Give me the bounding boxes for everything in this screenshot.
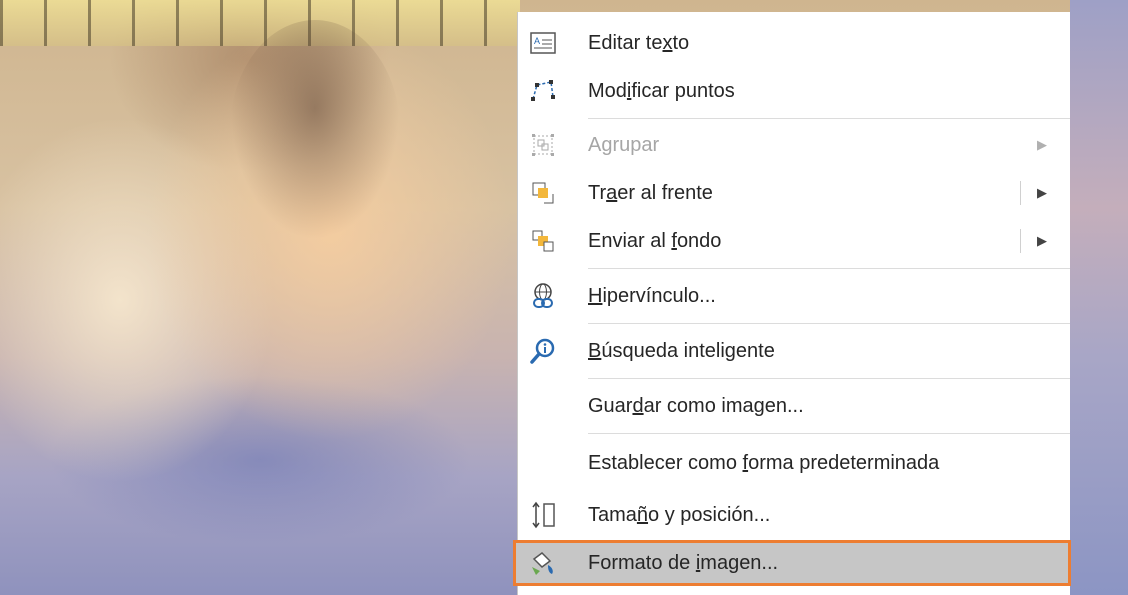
menu-item-format-picture[interactable]: Formato de imagen... [513,540,1071,586]
menu-item-label: Formato de imagen... [588,551,779,574]
menu-item-label: Agrupar [588,133,660,156]
menu-item-edit-text[interactable]: A Editar texto [518,22,1071,64]
format-picture-icon [526,546,560,580]
menu-item-label: Traer al frente [588,181,713,204]
menu-item-save-as-picture[interactable]: Guardar como imagen... [518,385,1071,427]
photo-right-strip [1070,0,1128,595]
ceiling-grid [0,0,520,46]
menu-item-label: Tamaño y posición... [588,503,771,526]
menu-item-group: Agrupar ▶ [518,124,1071,166]
bring-to-front-icon [526,176,560,210]
menu-item-edit-points[interactable]: Modificar puntos [518,70,1071,112]
menu-item-label: Enviar al fondo [588,229,722,252]
submenu-arrow-icon[interactable]: ▶ [1037,185,1047,201]
menu-item-label: Guardar como imagen... [588,394,804,417]
menu-item-bring-to-front[interactable]: Traer al frente ▶ [518,172,1071,214]
menu-separator [588,323,1070,324]
menu-separator [588,118,1070,119]
menu-item-send-to-back[interactable]: Enviar al fondo ▶ [518,220,1071,262]
menu-separator [588,433,1070,434]
send-to-back-icon [526,224,560,258]
submenu-arrow-icon: ▶ [1037,137,1047,152]
menu-item-smart-lookup[interactable]: Búsqueda inteligente [518,330,1071,372]
submenu-divider [1020,229,1021,253]
menu-item-size-and-position[interactable]: Tamaño y posición... [518,494,1071,536]
menu-item-label: Búsqueda inteligente [588,339,775,362]
menu-item-label: Hipervínculo... [588,284,716,307]
size-position-icon [526,498,560,532]
menu-item-set-default-shape[interactable]: Establecer como forma predeterminada [518,442,1071,484]
hyperlink-icon [526,279,560,313]
svg-text:A: A [534,36,540,46]
menu-item-hyperlink[interactable]: Hipervínculo... [518,275,1071,317]
submenu-divider [1020,181,1021,205]
submenu-arrow-icon[interactable]: ▶ [1037,233,1047,249]
menu-item-label: Editar texto [588,31,690,54]
menu-item-label: Establecer como forma predeterminada [588,451,940,474]
context-menu: A Editar texto Modificar puntos Agrupar … [513,12,1071,595]
menu-item-label: Modificar puntos [588,79,735,102]
edit-points-icon [526,74,560,108]
photo-figure [230,20,400,240]
menu-separator [588,268,1070,269]
edit-text-icon: A [526,26,560,60]
smart-lookup-icon [526,334,560,368]
menu-separator [588,378,1070,379]
group-icon [526,128,560,162]
